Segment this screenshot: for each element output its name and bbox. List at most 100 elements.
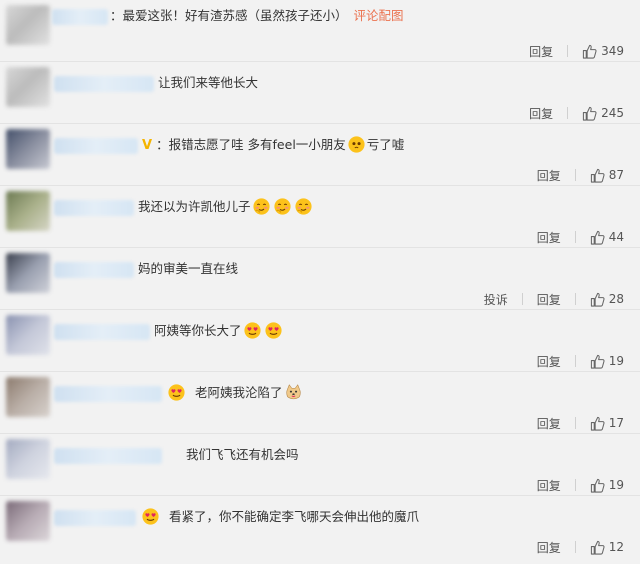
- comment-item: 我还以为许凯他儿子 回复 44: [0, 186, 640, 248]
- like-button[interactable]: 349: [582, 44, 624, 59]
- divider: [574, 355, 576, 367]
- comment-item: ：最爱这张！好有渣苏感（虽然孩子还小） 评论配图 回复 349: [0, 0, 640, 62]
- comment-actions: 投诉 回复 28: [484, 290, 624, 308]
- smirk-emoji: [253, 198, 270, 215]
- comment-body: 看紧了，你不能确定李飞哪天会伸出他的魔爪: [169, 509, 420, 524]
- comment-body: 让我们来等他长大: [158, 75, 259, 90]
- comment-text: 我还以为许凯他儿子: [138, 197, 314, 217]
- comment-actions: 回复 12: [537, 538, 624, 556]
- like-count: 245: [601, 106, 624, 120]
- comment-actions: 回复 19: [537, 352, 624, 370]
- comment-item: 老阿姨我沦陷了 回复 17: [0, 372, 640, 434]
- comment-actions: 回复 17: [537, 414, 624, 432]
- verified-badge-icon: V: [142, 138, 153, 153]
- comment-item: 我们飞飞还有机会吗 回复 19: [0, 434, 640, 496]
- comment-actions: 回复 19: [537, 476, 624, 494]
- comment-actions: 回复 87: [537, 166, 624, 184]
- avatar[interactable]: [6, 191, 50, 231]
- smirk-emoji: [295, 198, 312, 215]
- like-button[interactable]: 12: [590, 540, 624, 555]
- reply-button[interactable]: 回复: [529, 105, 553, 122]
- divider: [574, 231, 576, 243]
- like-count: 12: [608, 540, 624, 554]
- avatar[interactable]: [6, 315, 50, 355]
- reply-button[interactable]: 回复: [537, 291, 561, 308]
- comment-body: 妈的审美一直在线: [138, 261, 239, 276]
- comment-text: 老阿姨我沦陷了: [166, 383, 304, 403]
- thumbs-up-icon: [590, 292, 605, 307]
- reply-button[interactable]: 回复: [529, 43, 553, 60]
- username[interactable]: [54, 262, 134, 278]
- reply-button[interactable]: 回复: [537, 477, 561, 494]
- thumbs-up-icon: [590, 354, 605, 369]
- divider: [567, 107, 569, 119]
- reply-button[interactable]: 回复: [537, 229, 561, 246]
- comment-image-link[interactable]: 评论配图: [354, 8, 404, 23]
- username[interactable]: [54, 510, 136, 526]
- reply-button[interactable]: 回复: [537, 167, 561, 184]
- comment-body: 老阿姨我沦陷了: [195, 385, 283, 400]
- like-button[interactable]: 19: [590, 354, 624, 369]
- smirk-emoji: [274, 198, 291, 215]
- like-count: 19: [608, 478, 624, 492]
- thumbs-up-icon: [590, 478, 605, 493]
- divider: [574, 169, 576, 181]
- comment-body: 我们飞飞还有机会吗: [186, 447, 299, 462]
- avatar[interactable]: [6, 67, 50, 107]
- report-button[interactable]: 投诉: [484, 291, 508, 308]
- comment-body: 阿姨等你长大了: [154, 323, 242, 338]
- username[interactable]: [54, 448, 162, 464]
- reply-button[interactable]: 回复: [537, 353, 561, 370]
- avatar[interactable]: [6, 501, 50, 541]
- divider: [521, 293, 523, 305]
- like-button[interactable]: 44: [590, 230, 624, 245]
- like-button[interactable]: 17: [590, 416, 624, 431]
- comment-body-end: 亏了嘘: [366, 137, 405, 152]
- avatar[interactable]: [6, 5, 50, 45]
- comment-text: 看紧了，你不能确定李飞哪天会伸出他的魔爪: [140, 507, 419, 527]
- username[interactable]: [54, 76, 154, 92]
- comment-actions: 回复 245: [529, 104, 624, 122]
- like-button[interactable]: 28: [590, 292, 624, 307]
- avatar[interactable]: [6, 253, 50, 293]
- comment-text: 让我们来等他长大: [158, 73, 258, 93]
- avatar[interactable]: [6, 377, 50, 417]
- divider: [574, 417, 576, 429]
- thumbs-up-icon: [590, 168, 605, 183]
- like-count: 87: [608, 168, 624, 182]
- reply-button[interactable]: 回复: [537, 415, 561, 432]
- avatar[interactable]: [6, 129, 50, 169]
- thumbs-up-icon: [582, 44, 597, 59]
- heart-eyes-emoji: [265, 322, 282, 339]
- reply-button[interactable]: 回复: [537, 539, 561, 556]
- like-count: 17: [608, 416, 624, 430]
- comment-text: V ：报错志愿了哇 多有feel一小朋友 亏了嘘: [142, 135, 404, 156]
- thumbs-up-icon: [582, 106, 597, 121]
- heart-eyes-emoji: [244, 322, 261, 339]
- comment-body: ：报错志愿了哇 多有feel一小朋友: [156, 137, 346, 152]
- divider: [574, 541, 576, 553]
- thumbs-up-icon: [590, 416, 605, 431]
- like-button[interactable]: 87: [590, 168, 624, 183]
- comment-item: 看紧了，你不能确定李飞哪天会伸出他的魔爪 回复 12: [0, 496, 640, 564]
- comment-actions: 回复 44: [537, 228, 624, 246]
- username[interactable]: [54, 386, 162, 402]
- divider: [574, 479, 576, 491]
- comment-text: 妈的审美一直在线: [138, 259, 238, 279]
- username[interactable]: [54, 324, 150, 340]
- username[interactable]: [54, 138, 138, 154]
- like-button[interactable]: 19: [590, 478, 624, 493]
- comment-item: 阿姨等你长大了 回复 19: [0, 310, 640, 372]
- comment-item: 妈的审美一直在线 投诉 回复 28: [0, 248, 640, 310]
- like-button[interactable]: 245: [582, 106, 624, 121]
- username[interactable]: [52, 9, 108, 25]
- thumbs-up-icon: [590, 230, 605, 245]
- like-count: 19: [608, 354, 624, 368]
- thumbs-up-icon: [590, 540, 605, 555]
- comment-list: ：最爱这张！好有渣苏感（虽然孩子还小） 评论配图 回复 349 让我们来等他长大 …: [0, 0, 640, 564]
- heart-eyes-emoji: [142, 508, 159, 525]
- avatar[interactable]: [6, 439, 50, 479]
- username[interactable]: [54, 200, 134, 216]
- divider: [574, 293, 576, 305]
- like-count: 349: [601, 44, 624, 58]
